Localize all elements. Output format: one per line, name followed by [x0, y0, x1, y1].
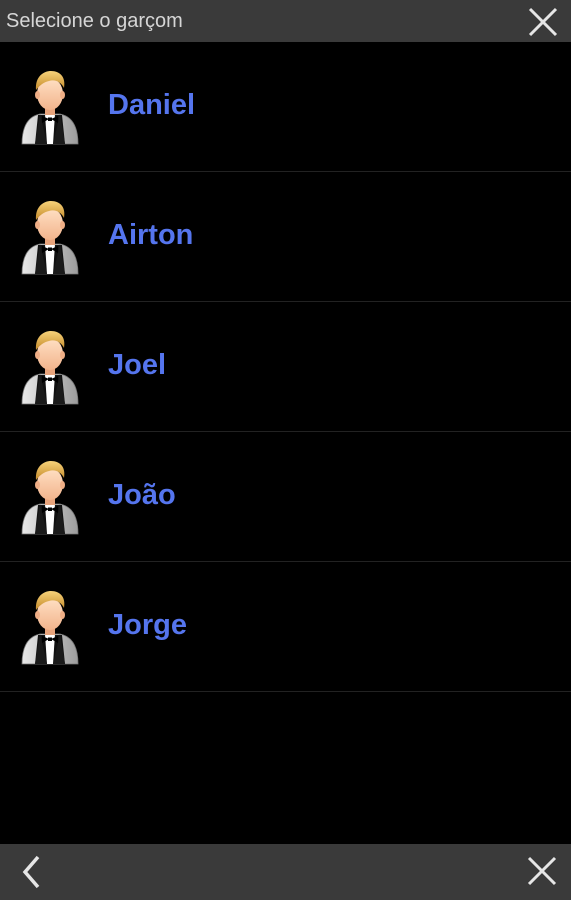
waiter-avatar-icon	[18, 196, 82, 276]
waiter-name: Daniel	[108, 89, 196, 121]
waiter-avatar-icon	[18, 586, 82, 666]
waiter-item[interactable]: Joel	[0, 302, 571, 432]
close-icon	[527, 856, 557, 886]
waiter-item[interactable]: Daniel	[0, 42, 571, 172]
waiter-item[interactable]: Jorge	[0, 562, 571, 692]
bottom-close-button[interactable]	[525, 854, 559, 888]
waiter-selection-dialog: Selecione o garçom Daniel Airton Joel Jo…	[0, 0, 571, 900]
waiter-item[interactable]: Airton	[0, 172, 571, 302]
back-button[interactable]	[14, 852, 50, 892]
waiter-item[interactable]: João	[0, 432, 571, 562]
close-icon	[528, 7, 558, 37]
waiter-name: Jorge	[108, 609, 187, 641]
waiter-avatar-icon	[18, 326, 82, 406]
close-button[interactable]	[527, 6, 559, 38]
waiter-name: Airton	[108, 219, 194, 251]
waiter-avatar-icon	[18, 66, 82, 146]
waiter-name: João	[108, 479, 176, 511]
chevron-left-icon	[22, 855, 40, 889]
dialog-title: Selecione o garçom	[6, 10, 183, 32]
bottom-bar	[0, 844, 571, 900]
waiter-avatar-icon	[18, 456, 82, 536]
waiter-name: Joel	[108, 349, 167, 381]
title-bar: Selecione o garçom	[0, 0, 571, 42]
waiter-list: Daniel Airton Joel João Jorge	[0, 42, 571, 692]
